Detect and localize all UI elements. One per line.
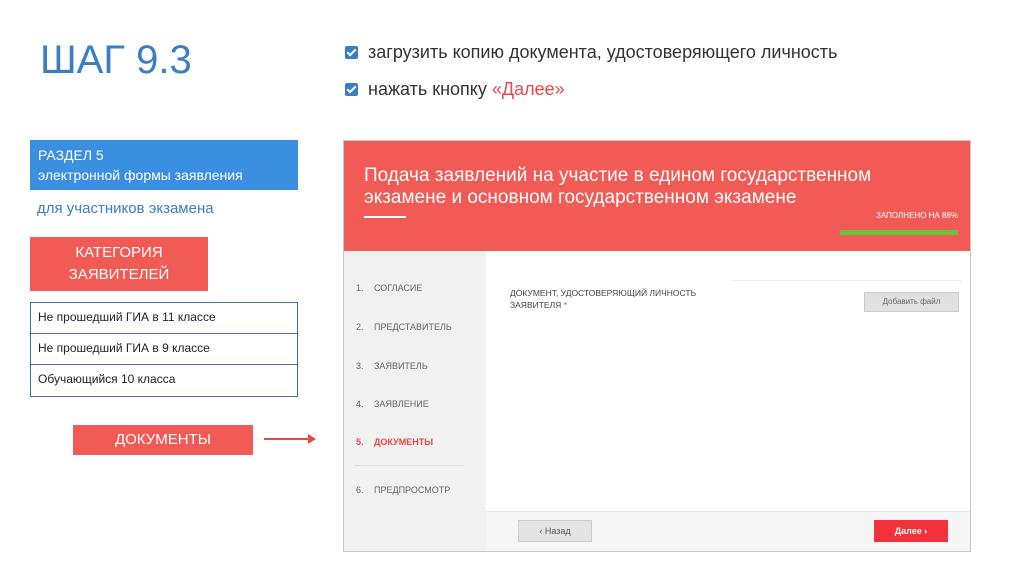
progress-label: ЗАПОЛНЕНО НА 88%	[876, 211, 958, 220]
nav-item-number: 3.	[356, 361, 364, 371]
form-title: Подача заявлений на участие в едином гос…	[364, 165, 872, 208]
category-row: Не прошедший ГИА в 9 классе	[31, 334, 297, 365]
checkbox-checked-icon	[345, 82, 358, 96]
category-header-box: КАТЕГОРИЯ ЗАЯВИТЕЛЕЙ	[30, 237, 208, 291]
progress-bar	[840, 230, 958, 235]
nav-item-number: 6.	[356, 485, 364, 495]
nav-item-preview[interactable]: 6. ПРЕДПРОСМОТР	[356, 485, 450, 495]
nav-item-label: ДОКУМЕНТЫ	[374, 437, 434, 447]
nav-item-number: 1.	[356, 283, 364, 293]
document-field-label: ДОКУМЕНТ, УДОСТОВЕРЯЮЩИЙ ЛИЧНОСТЬ ЗАЯВИТ…	[510, 287, 730, 311]
nav-item-label: ПРЕДПРОСМОТР	[374, 485, 451, 495]
content-divider	[732, 280, 962, 281]
pointer-arrow-icon	[264, 434, 316, 444]
nav-item-label: ЗАЯВЛЕНИЕ	[374, 399, 429, 409]
nav-item-number: 2.	[356, 322, 364, 332]
documents-label-box: ДОКУМЕНТЫ	[73, 425, 253, 455]
nav-item-documents[interactable]: 5. ДОКУМЕНТЫ	[356, 437, 433, 447]
category-row: Не прошедший ГИА в 11 классе	[31, 303, 297, 334]
category-title-line2: ЗАЯВИТЕЛЕЙ	[68, 266, 170, 283]
section-title: РАЗДЕЛ 5	[38, 147, 104, 163]
category-list: Не прошедший ГИА в 11 классе Не прошедши…	[30, 302, 298, 397]
form-footer: ‹ Назад Далее ›	[486, 511, 970, 551]
form-header: Подача заявлений на участие в едином гос…	[344, 141, 970, 251]
nav-item-number: 5.	[356, 437, 364, 447]
section-label-box: РАЗДЕЛ 5 электронной формы заявления	[30, 140, 298, 190]
nav-item-label: СОГЛАСИЕ	[374, 283, 423, 293]
instruction-text: нажать кнопку	[368, 78, 487, 99]
section-subtitle: электронной формы заявления	[38, 167, 243, 183]
instructions-list: загрузить копию документа, удостоверяюще…	[345, 40, 837, 114]
nav-item-representative[interactable]: 2. ПРЕДСТАВИТЕЛЬ	[356, 322, 452, 332]
nav-item-consent[interactable]: 1. СОГЛАСИЕ	[356, 283, 422, 293]
title-underline	[364, 216, 406, 218]
form-content: ДОКУМЕНТ, УДОСТОВЕРЯЮЩИЙ ЛИЧНОСТЬ ЗАЯВИТ…	[486, 251, 970, 551]
nav-item-application[interactable]: 4. ЗАЯВЛЕНИЕ	[356, 399, 429, 409]
required-marker: *	[563, 300, 567, 310]
instruction-highlight: «Далее»	[491, 78, 565, 99]
back-button[interactable]: ‹ Назад	[518, 520, 592, 542]
doc-label-line1: ДОКУМЕНТ, УДОСТОВЕРЯЮЩИЙ ЛИЧНОСТЬ	[510, 288, 697, 298]
instruction-item-upload: загрузить копию документа, удостоверяюще…	[345, 40, 837, 64]
doc-label-line2: ЗАЯВИТЕЛЯ	[510, 300, 562, 310]
nav-item-applicant[interactable]: 3. ЗАЯВИТЕЛЬ	[356, 361, 428, 371]
form-step-nav: 1. СОГЛАСИЕ 2. ПРЕДСТАВИТЕЛЬ 3. ЗАЯВИТЕЛЬ 4…	[344, 251, 486, 551]
application-form-screenshot: Подача заявлений на участие в едином гос…	[343, 140, 971, 552]
step-title: ШАГ 9.3	[40, 38, 192, 82]
instruction-item-next: нажать кнопку «Далее»	[345, 77, 837, 101]
section-audience: для участников экзамена	[37, 200, 214, 217]
add-file-button[interactable]: Добавить файл	[864, 292, 959, 312]
category-title-line1: КАТЕГОРИЯ	[75, 244, 163, 261]
category-row: Обучающийся 10 класса	[38, 372, 176, 386]
next-button[interactable]: Далее ›	[874, 520, 948, 542]
instruction-text: загрузить копию документа, удостоверяюще…	[368, 41, 838, 62]
checkbox-checked-icon	[345, 45, 358, 59]
nav-item-label: ЗАЯВИТЕЛЬ	[374, 361, 428, 371]
nav-item-number: 4.	[356, 399, 364, 409]
nav-divider	[354, 465, 464, 466]
nav-item-label: ПРЕДСТАВИТЕЛЬ	[374, 322, 452, 332]
